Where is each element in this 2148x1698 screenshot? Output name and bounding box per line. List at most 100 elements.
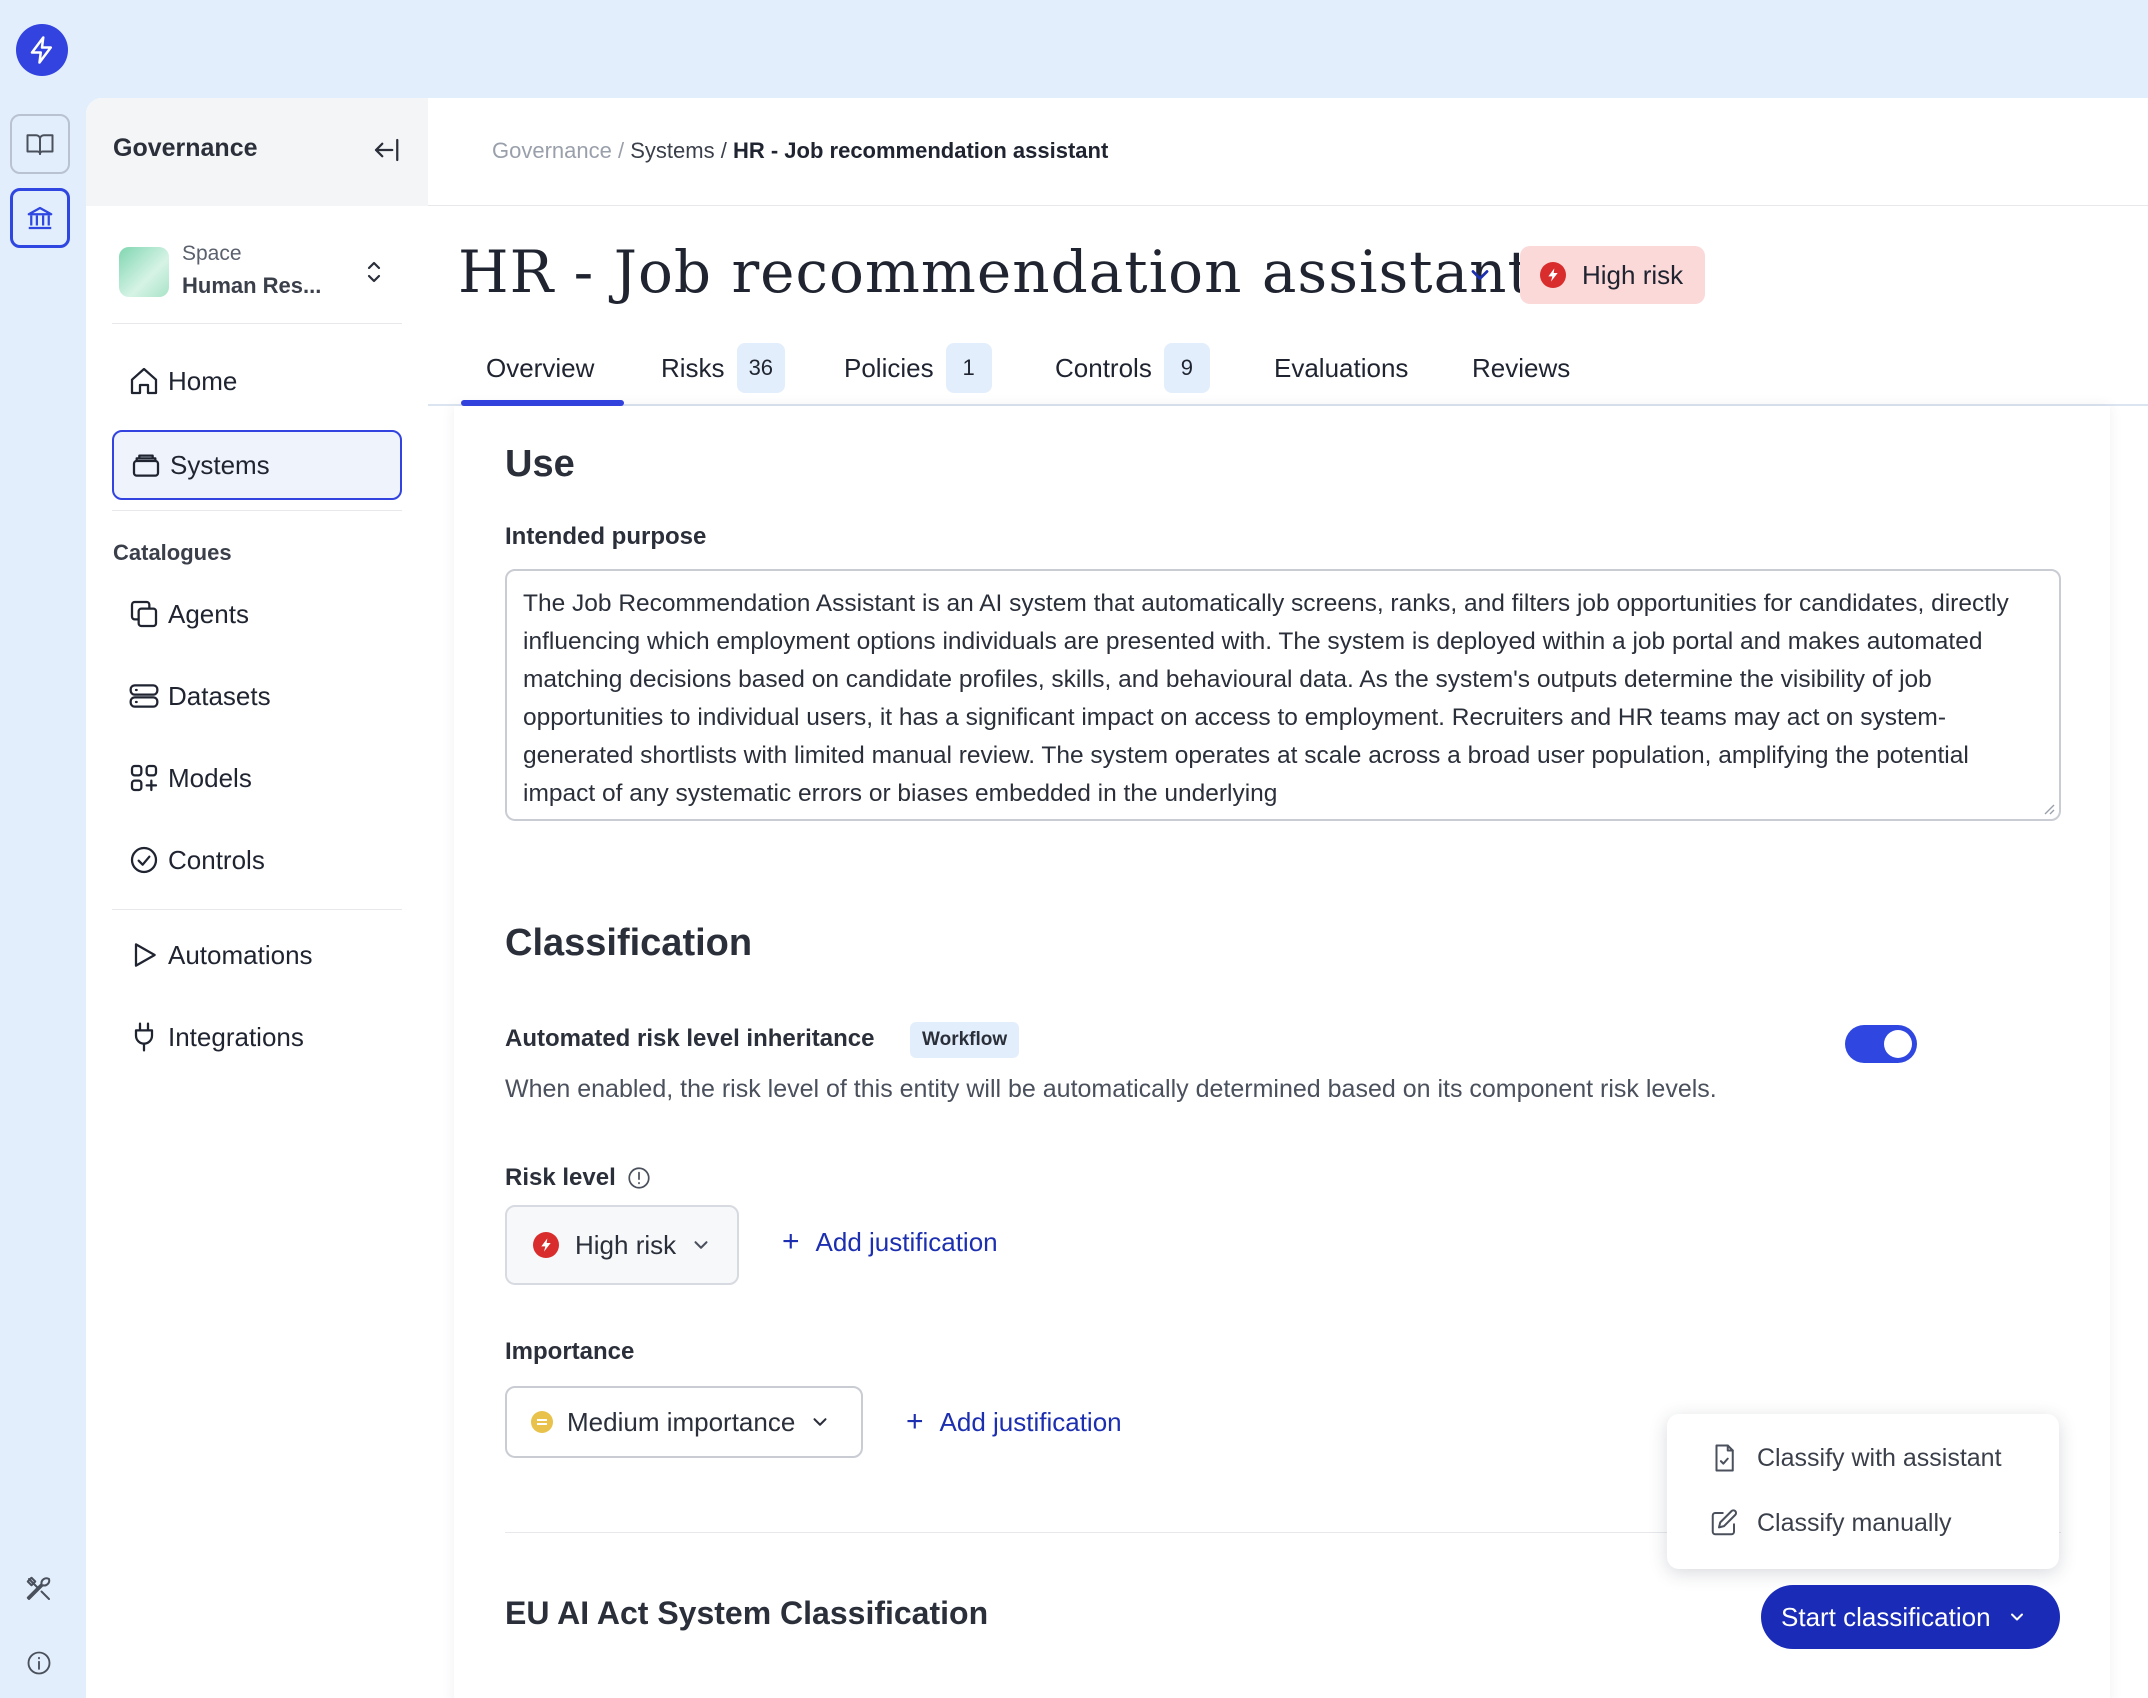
high-risk-icon [1540, 262, 1566, 288]
tools-icon [26, 1576, 51, 1600]
catalogues-heading: Catalogues [113, 540, 232, 565]
sidebar-item-models[interactable]: Models [112, 743, 402, 813]
breadcrumb-current: HR - Job recommendation assistant [732, 138, 1109, 163]
controls-icon [122, 844, 166, 876]
risk-level-value: High risk [575, 1229, 677, 1260]
eu-ai-act-heading: EU AI Act System Classification [505, 1595, 989, 1631]
agents-icon [122, 598, 166, 630]
breadcrumb-separator: / [617, 138, 625, 163]
plus-icon: + [782, 1225, 800, 1258]
breadcrumb: Governance / Systems / HR - Job recommen… [492, 138, 1108, 164]
risk-badge: High risk [1520, 246, 1706, 304]
collapse-sidebar-button[interactable] [368, 132, 404, 168]
tab-label: Reviews [1472, 352, 1571, 383]
intended-purpose-text: The Job Recommendation Assistant is an A… [523, 590, 2009, 807]
chevron-down-icon [2010, 1613, 2023, 1621]
title-dropdown-button[interactable] [1466, 261, 1494, 294]
add-justification-importance-button[interactable]: + Add justification [906, 1402, 1122, 1442]
tab-risks[interactable]: Risks 36 [661, 330, 786, 406]
start-classification-button[interactable]: Start classification [1761, 1585, 2060, 1649]
sidebar-item-label: Home [168, 365, 238, 396]
chevron-updown-icon [367, 261, 381, 283]
document-check-icon [1707, 1443, 1741, 1473]
breadcrumb-governance[interactable]: Governance [492, 138, 612, 163]
sidebar-item-agents[interactable]: Agents [112, 579, 402, 649]
risk-level-label: Risk level [505, 1164, 616, 1191]
risk-badge-label: High risk [1582, 259, 1684, 290]
play-icon [122, 939, 166, 971]
sidebar: Governance Space Human Res... Home Syste… [86, 98, 428, 1698]
add-justification-label: Add justification [939, 1406, 1122, 1437]
resize-grip-icon[interactable] [2041, 801, 2055, 815]
pencil-icon [1707, 1508, 1741, 1538]
page-title: HR - Job recommendation assistant [458, 238, 1532, 306]
breadcrumb-systems[interactable]: Systems [630, 138, 714, 163]
tab-label: Evaluations [1274, 352, 1409, 383]
sidebar-item-integrations[interactable]: Integrations [112, 1002, 402, 1072]
book-icon [26, 134, 54, 155]
toggle-knob [1884, 1030, 1912, 1058]
breadcrumb-separator: / [720, 138, 727, 163]
rail-governance-button[interactable] [10, 188, 70, 248]
risk-level-label-row: Risk level [505, 1164, 652, 1192]
collapse-left-icon [374, 138, 399, 162]
tab-label: Overview [486, 352, 595, 383]
intended-purpose-textarea[interactable]: The Job Recommendation Assistant is an A… [505, 569, 2061, 821]
space-label: Space [182, 242, 242, 265]
plus-icon: + [906, 1405, 924, 1438]
rail-tools-button[interactable] [20, 1570, 58, 1608]
plug-icon [122, 1021, 166, 1053]
sidebar-item-home[interactable]: Home [112, 346, 402, 416]
risk-level-select[interactable]: High risk [505, 1205, 739, 1285]
tab-label: Controls [1055, 352, 1152, 383]
space-name[interactable]: Human Res... [182, 273, 321, 299]
add-justification-risk-button[interactable]: + Add justification [782, 1222, 998, 1262]
tab-overview[interactable]: Overview [486, 330, 594, 406]
institution-icon [27, 206, 53, 230]
importance-label: Importance [505, 1338, 635, 1365]
tab-controls[interactable]: Controls 9 [1055, 330, 1210, 406]
inheritance-description: When enabled, the risk level of this ent… [505, 1075, 1717, 1103]
sidebar-divider [112, 909, 402, 910]
add-justification-label: Add justification [815, 1226, 998, 1257]
sidebar-item-label: Integrations [168, 1021, 304, 1052]
models-icon [122, 762, 166, 794]
tab-count-badge: 9 [1163, 343, 1210, 393]
tab-label: Risks [661, 352, 725, 383]
datasets-icon [122, 680, 166, 712]
sidebar-item-automations[interactable]: Automations [112, 920, 402, 990]
rail-docs-button[interactable] [10, 114, 70, 174]
sidebar-divider [112, 323, 402, 324]
inheritance-toggle[interactable] [1845, 1025, 1917, 1063]
chevron-down-icon [1471, 270, 1489, 280]
medium-importance-icon [531, 1411, 553, 1433]
workflow-badge: Workflow [910, 1022, 1020, 1058]
importance-select[interactable]: Medium importance [505, 1386, 863, 1458]
tab-label: Policies [844, 352, 934, 383]
sidebar-item-datasets[interactable]: Datasets [112, 661, 402, 731]
info-icon[interactable] [626, 1165, 652, 1191]
sidebar-item-label: Agents [168, 598, 249, 629]
tab-reviews[interactable]: Reviews [1472, 330, 1570, 406]
tab-evaluations[interactable]: Evaluations [1274, 330, 1408, 406]
space-avatar [119, 247, 169, 297]
inheritance-label: Automated risk level inheritance [505, 1025, 875, 1052]
sidebar-item-controls[interactable]: Controls [112, 825, 402, 895]
menu-item-classify-assistant[interactable]: Classify with assistant [1707, 1434, 2002, 1482]
sidebar-title: Governance [113, 134, 258, 162]
sidebar-item-label: Systems [170, 449, 270, 480]
sidebar-divider [112, 510, 402, 511]
app-logo[interactable] [16, 24, 68, 76]
sidebar-item-label: Automations [168, 939, 313, 970]
sidebar-item-systems[interactable]: Systems [112, 430, 402, 500]
rail-info-button[interactable] [20, 1644, 58, 1682]
sidebar-item-label: Controls [168, 844, 265, 875]
space-switcher-button[interactable] [362, 256, 386, 293]
tab-policies[interactable]: Policies 1 [844, 330, 992, 406]
lightning-logo-icon [30, 36, 52, 64]
high-risk-icon [533, 1232, 559, 1258]
tab-count-badge: 36 [736, 343, 786, 393]
menu-item-classify-manually[interactable]: Classify manually [1707, 1499, 1952, 1547]
chevron-down-icon [813, 1418, 827, 1426]
classification-menu: Classify with assistant Classify manuall… [1667, 1414, 2059, 1569]
